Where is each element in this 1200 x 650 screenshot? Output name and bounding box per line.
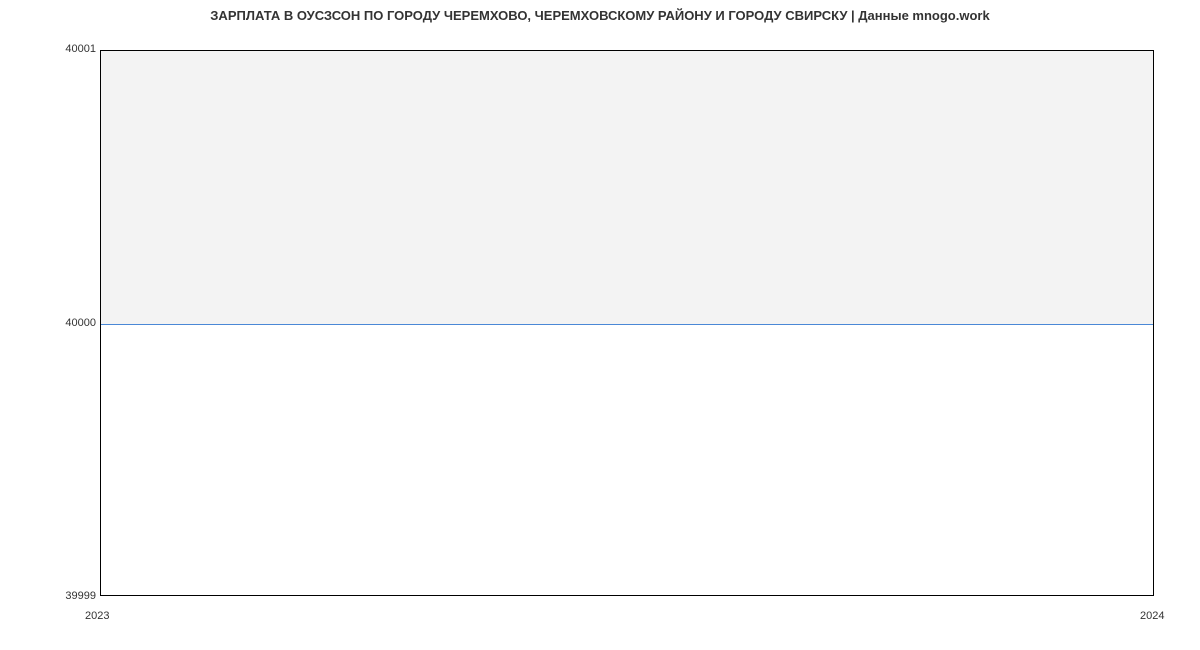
chart-plot-area [100, 50, 1154, 596]
y-axis-tick: 39999 [0, 590, 96, 602]
area-fill [101, 51, 1153, 324]
x-axis-tick: 2024 [1140, 610, 1164, 622]
chart-title: ЗАРПЛАТА В ОУСЗСОН ПО ГОРОДУ ЧЕРЕМХОВО, … [0, 8, 1200, 23]
y-axis-tick: 40001 [0, 43, 96, 55]
data-line [101, 324, 1153, 325]
x-axis-tick: 2023 [85, 610, 109, 622]
y-axis-tick: 40000 [0, 317, 96, 329]
